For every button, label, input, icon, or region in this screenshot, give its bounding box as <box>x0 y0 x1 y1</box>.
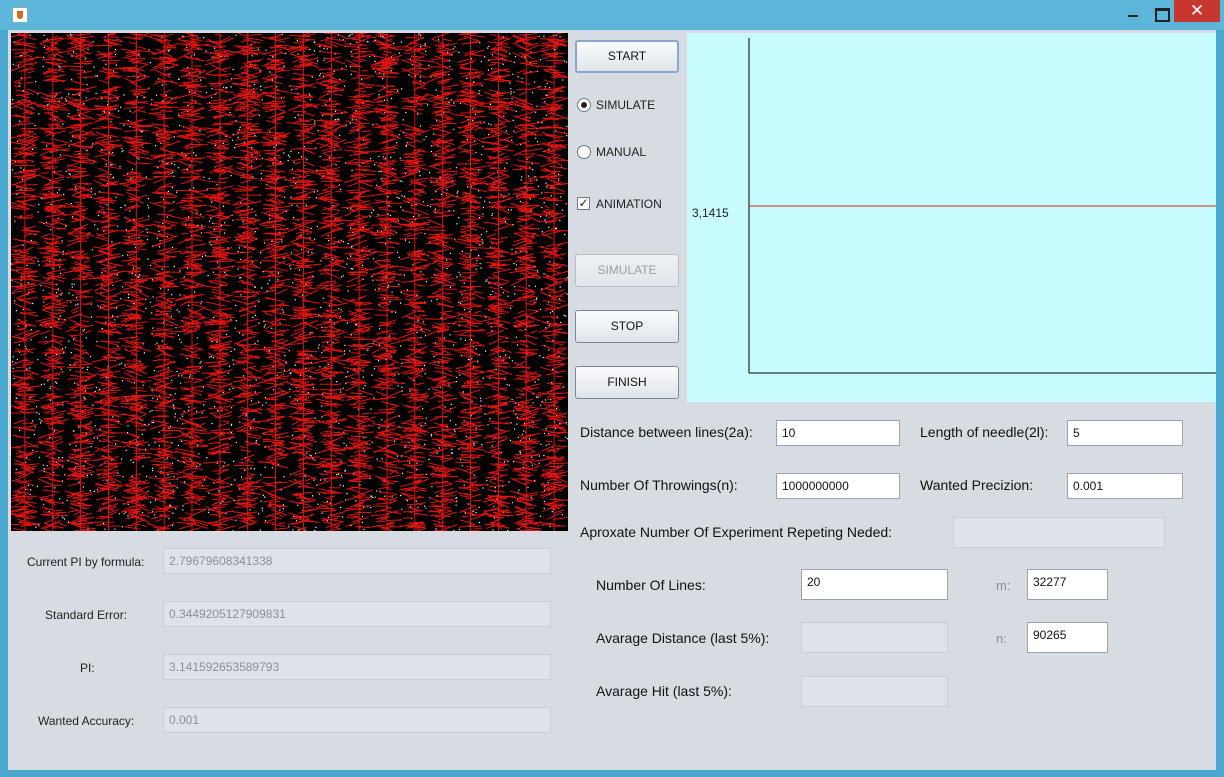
pi-label: PI: <box>80 661 95 675</box>
distance-label: Distance between lines(2a): <box>580 424 753 440</box>
average-hit-label: Avarage Hit (last 5%): <box>596 683 732 699</box>
current-pi-field: 2.79679608341338 <box>163 548 551 574</box>
m-label: m: <box>996 578 1011 593</box>
wanted-accuracy-label: Wanted Accuracy: <box>38 714 135 728</box>
average-distance-label: Avarage Distance (last 5%): <box>596 630 770 646</box>
m-input[interactable]: 32277 <box>1027 569 1108 600</box>
point-dots-path <box>11 33 568 531</box>
manual-radio-button[interactable] <box>577 145 591 159</box>
standard-error-label: Standard Error: <box>45 608 128 622</box>
manual-radio-label: MANUAL <box>596 145 647 159</box>
precizion-label: Wanted Precizion: <box>920 477 1034 493</box>
pi-field: 3.141592653589793 <box>163 654 551 680</box>
needles <box>11 33 568 531</box>
stop-button[interactable]: STOP <box>575 310 679 343</box>
repeating-field <box>953 517 1165 548</box>
needle-lines-path <box>11 33 568 531</box>
wanted-accuracy-field: 0.001 <box>163 707 551 733</box>
precizion-input[interactable]: 0.001 <box>1067 473 1183 499</box>
average-hit-field <box>801 676 948 707</box>
simulate-radio-button[interactable] <box>577 98 591 112</box>
throwings-input[interactable]: 1000000000 <box>776 473 900 499</box>
average-distance-field <box>801 622 948 653</box>
number-of-lines-label: Number Of Lines: <box>596 577 706 593</box>
needle-simulation-canvas <box>11 33 568 531</box>
simulate-button[interactable]: SIMULATE <box>575 254 679 287</box>
number-of-lines-input[interactable]: 20 <box>801 569 948 600</box>
standard-error-field: 0.3449205127909831 <box>163 601 551 627</box>
current-pi-label: Current PI by formula: <box>27 555 145 569</box>
animation-label: ANIMATION <box>596 197 662 211</box>
simulate-radio-label: SIMULATE <box>596 98 656 112</box>
y-tick-label: 3,1415 <box>692 206 729 220</box>
distance-input[interactable]: 10 <box>776 420 900 446</box>
needle-length-input[interactable]: 5 <box>1067 420 1183 446</box>
needle-plot <box>11 33 568 531</box>
repeating-label: Aproxate Number Of Experiment Repeting N… <box>580 524 893 540</box>
maximize-icon[interactable] <box>1146 2 1176 24</box>
finish-button[interactable]: FINISH <box>575 366 679 399</box>
start-button[interactable]: START <box>575 40 679 73</box>
n-label: n: <box>996 631 1007 646</box>
checkmark-icon[interactable]: ✓ <box>577 197 590 210</box>
pi-chart-svg: 3,1415 <box>692 38 1216 374</box>
needle-length-label: Length of needle(2l): <box>920 424 1049 440</box>
pi-chart: 3,1415 <box>687 33 1216 402</box>
title-bar: ✕ <box>0 0 1224 30</box>
n-input[interactable]: 90265 <box>1027 622 1108 653</box>
minimize-icon[interactable] <box>1118 2 1148 24</box>
close-icon[interactable]: ✕ <box>1174 0 1220 22</box>
throwings-label: Number Of Throwings(n): <box>580 477 738 493</box>
point-dots <box>11 33 568 531</box>
java-app-icon <box>12 7 28 23</box>
